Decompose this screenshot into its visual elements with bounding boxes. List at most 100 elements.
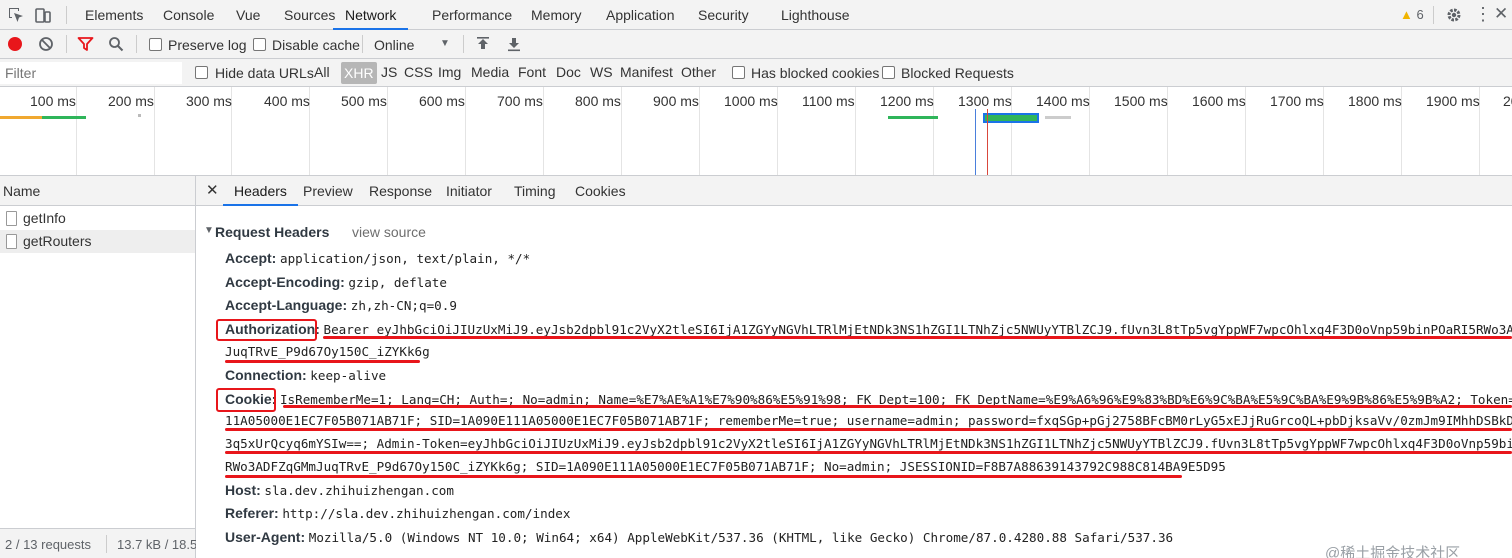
- filter-bar: Hide data URLs All XHR JS CSS Img Media …: [0, 59, 1512, 87]
- tab-vue[interactable]: Vue: [236, 0, 260, 30]
- request-bar-download: [888, 116, 938, 119]
- request-details: ✕ Headers Preview Response Initiator Tim…: [196, 176, 1512, 558]
- request-name: getRouters: [23, 233, 92, 249]
- blocked-requests-checkbox[interactable]: [882, 66, 895, 79]
- timeline-tick-label: 700 ms: [497, 93, 543, 109]
- timeline-tick-label: 1600 ms: [1192, 93, 1246, 109]
- throttling-select[interactable]: Online: [374, 37, 414, 53]
- annotation-underline: [225, 428, 1512, 431]
- tab-network[interactable]: Network: [333, 0, 409, 30]
- annotation-underline: [283, 405, 1512, 408]
- header-value: JuqTRvE_P9d67Oy150C_iZYKk6g: [225, 344, 430, 359]
- timeline-tick-label: 1100 ms: [802, 93, 855, 109]
- tab-security[interactable]: Security: [698, 0, 749, 30]
- timeline-tick-label: 1500 ms: [1114, 93, 1168, 109]
- export-har-icon[interactable]: [507, 36, 521, 52]
- transfer-size: 13.7 kB / 18.5: [117, 537, 198, 552]
- type-filter-ws[interactable]: WS: [590, 64, 613, 80]
- type-filter-xhr[interactable]: XHR: [341, 62, 377, 84]
- request-row-getrouters[interactable]: getRouters: [0, 230, 195, 253]
- type-filter-js[interactable]: JS: [381, 64, 397, 80]
- close-devtools-icon[interactable]: ✕: [1494, 5, 1512, 24]
- details-tabbar: ✕ Headers Preview Response Initiator Tim…: [196, 176, 1512, 206]
- file-icon: [6, 234, 17, 249]
- tab-elements[interactable]: Elements: [85, 0, 143, 30]
- import-har-icon[interactable]: [476, 36, 490, 52]
- record-icon[interactable]: [8, 37, 22, 51]
- search-icon[interactable]: [108, 36, 124, 52]
- name-column-header[interactable]: Name: [0, 176, 195, 206]
- tab-sources[interactable]: Sources: [284, 0, 335, 30]
- tab-headers[interactable]: Headers: [223, 176, 298, 206]
- header-row-cookie-cont: RWo3ADFZqGMmJuqTRvE_P9d67Oy150C_iZYKk6g;…: [225, 459, 1226, 474]
- request-headers-section-title[interactable]: Request Headers: [215, 224, 329, 240]
- header-value: application/json, text/plain, */*: [279, 251, 531, 266]
- type-filter-other[interactable]: Other: [681, 64, 716, 80]
- header-value: sla.dev.zhihuizhengan.com: [264, 483, 454, 498]
- timeline-tick-label: 900 ms: [653, 93, 699, 109]
- timeline-tick-label: 1700 ms: [1270, 93, 1324, 109]
- tab-initiator[interactable]: Initiator: [446, 176, 492, 206]
- tab-console[interactable]: Console: [163, 0, 214, 30]
- timeline-tick-label: 200 ms: [108, 93, 154, 109]
- header-value: zh,zh-CN;q=0.9: [350, 298, 457, 313]
- type-filter-manifest[interactable]: Manifest: [620, 64, 673, 80]
- toolbar-divider: [66, 6, 67, 24]
- tab-memory[interactable]: Memory: [531, 0, 582, 30]
- warnings-counter[interactable]: ▲ 6: [1400, 7, 1424, 22]
- disable-cache-checkbox[interactable]: [253, 38, 266, 51]
- inspect-element-icon[interactable]: [7, 6, 25, 24]
- timeline-tick-label: 300 ms: [186, 93, 232, 109]
- tab-timing[interactable]: Timing: [514, 176, 556, 206]
- header-name: Accept:: [225, 250, 277, 266]
- warning-icon: ▲: [1400, 7, 1413, 22]
- tab-application[interactable]: Application: [606, 0, 675, 30]
- type-filter-all[interactable]: All: [314, 64, 330, 80]
- timeline-gridline: [621, 87, 622, 175]
- request-bar-waiting: [0, 116, 42, 119]
- timeline-gridline: [465, 87, 466, 175]
- tab-lighthouse[interactable]: Lighthouse: [781, 0, 850, 30]
- timeline-tick-label: 1800 ms: [1348, 93, 1402, 109]
- header-row-authorization-cont: JuqTRvE_P9d67Oy150C_iZYKk6g: [225, 344, 430, 359]
- timeline-tick-label: 1200 ms: [880, 93, 934, 109]
- tab-preview[interactable]: Preview: [303, 176, 353, 206]
- view-source-link[interactable]: view source: [352, 224, 426, 240]
- toolbar-divider: [66, 35, 67, 53]
- tab-cookies[interactable]: Cookies: [575, 176, 626, 206]
- timeline-tick-label: 1900 ms: [1426, 93, 1480, 109]
- has-blocked-cookies-checkbox[interactable]: [732, 66, 745, 79]
- more-options-icon[interactable]: ⋮: [1474, 5, 1492, 24]
- filter-icon[interactable]: [77, 36, 94, 52]
- header-value: http://sla.dev.zhihuizhengan.com/index: [282, 506, 571, 521]
- request-name: getInfo: [23, 210, 66, 226]
- watermark-text: @稀土掘金技术社区: [1325, 545, 1461, 558]
- settings-gear-icon[interactable]: [1445, 6, 1463, 24]
- header-value: 11A05000E1EC7F05B071AB71F; SID=1A090E111…: [225, 413, 1512, 428]
- type-filter-doc[interactable]: Doc: [556, 64, 581, 80]
- hide-data-urls-label: Hide data URLs: [215, 65, 314, 81]
- clear-icon[interactable]: [38, 36, 54, 52]
- timeline-gridline: [76, 87, 77, 175]
- preserve-log-checkbox[interactable]: [149, 38, 162, 51]
- request-row-getinfo[interactable]: getInfo: [0, 207, 195, 230]
- type-filter-css[interactable]: CSS: [404, 64, 433, 80]
- header-row-cookie-cont: 3q5xUrQcyq6mYSIw==; Admin-Token=eyJhbGci…: [225, 436, 1512, 451]
- header-row-authorization: Authorization: Bearer eyJhbGciOiJIUzUxMi…: [225, 321, 1512, 337]
- header-row-accept-encoding: Accept-Encoding: gzip, deflate: [225, 274, 447, 290]
- tab-performance[interactable]: Performance: [432, 0, 512, 30]
- tab-response[interactable]: Response: [369, 176, 432, 206]
- device-toolbar-icon[interactable]: [34, 6, 52, 24]
- timeline-gridline: [543, 87, 544, 175]
- type-filter-media[interactable]: Media: [471, 64, 509, 80]
- hide-data-urls-checkbox[interactable]: [195, 66, 208, 79]
- type-filter-img[interactable]: Img: [438, 64, 461, 80]
- chevron-down-icon[interactable]: ▼: [440, 38, 450, 49]
- filter-input[interactable]: [0, 62, 182, 84]
- timeline-tick-label: 1300 ms: [958, 93, 1012, 109]
- caret-down-icon[interactable]: ▼: [204, 225, 214, 236]
- timeline-overview[interactable]: 100 ms 200 ms 300 ms 400 ms 500 ms 600 m…: [0, 87, 1512, 176]
- toolbar-divider: [1433, 6, 1434, 24]
- close-details-icon[interactable]: ✕: [206, 176, 219, 206]
- type-filter-font[interactable]: Font: [518, 64, 546, 80]
